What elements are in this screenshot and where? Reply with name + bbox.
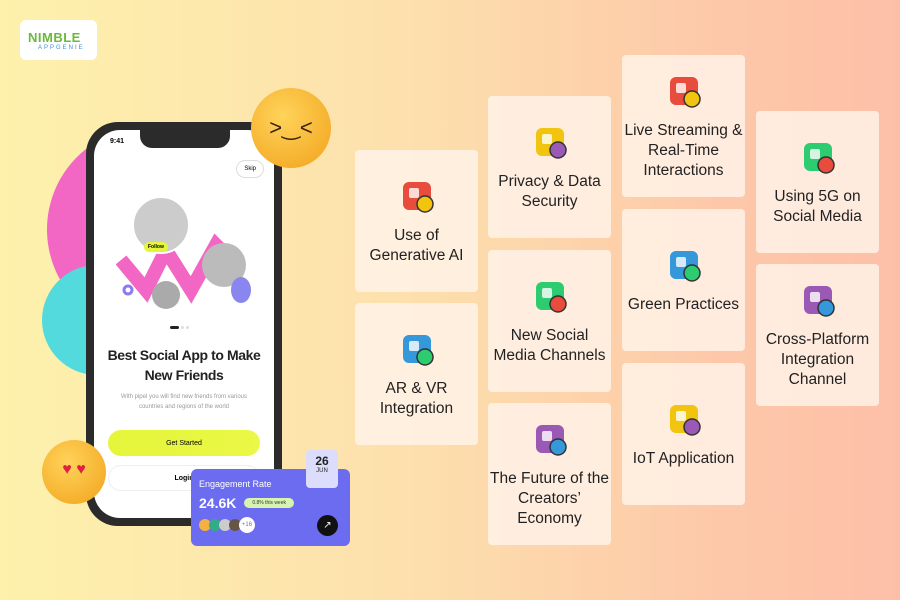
trend-card: IoT Application [622, 363, 745, 505]
follow-badge[interactable]: Follow [144, 242, 168, 252]
trend-card-label: IoT Application [632, 450, 735, 467]
5g-phone-icon [803, 143, 835, 174]
page-dots [170, 326, 189, 329]
trend-card-label: New Social Media Channels [493, 327, 606, 364]
live-broadcast-icon [669, 77, 701, 108]
ai-robot-icon [402, 182, 434, 213]
trend-card-label: Privacy & Data Security [498, 173, 601, 210]
trend-card-label: The Future of the Creators’ Economy [490, 470, 609, 527]
trend-card: AR & VR Integration [355, 303, 478, 445]
illustration: Follow [115, 190, 256, 310]
trend-card: Green Practices [622, 209, 745, 351]
cloud-devices-icon [803, 286, 835, 317]
plant-hand-icon [669, 251, 701, 282]
trend-card: Use of Generative AI [355, 150, 478, 292]
trend-card: Privacy & Data Security [488, 96, 611, 238]
logo: NIMBLE APPGENIE [20, 20, 97, 60]
get-started-button[interactable]: Get Started [108, 430, 260, 456]
date-card: 26 JUN [306, 450, 338, 488]
heart-eyes-emoji-icon: ♥ ♥ [42, 440, 106, 504]
trend-card: Cross-Platform Integration Channel [756, 264, 879, 406]
money-bulb-icon [535, 425, 567, 456]
trend-card-label: Cross-Platform Integration Channel [765, 331, 870, 388]
avatar-extra-count: +16 [239, 517, 255, 533]
trend-card-label: Using 5G on Social Media [773, 188, 862, 225]
headline: Best Social App to Make New Friends [107, 347, 261, 383]
status-time: 9:41 [110, 138, 125, 145]
iot-network-icon [669, 405, 701, 436]
skip-button[interactable]: Skip [236, 160, 264, 178]
trend-card: Live Streaming & Real-Time Interactions [622, 55, 745, 197]
trend-card-label: Green Practices [627, 296, 740, 313]
shield-check-icon [535, 128, 567, 159]
trend-card-label: Live Streaming & Real-Time Interactions [624, 122, 743, 179]
trend-card: Using 5G on Social Media [756, 111, 879, 253]
vr-cube-icon [402, 335, 434, 366]
subtext: With pipel you will find new friends fro… [120, 394, 248, 410]
trend-card: The Future of the Creators’ Economy [488, 403, 611, 545]
arrow-up-right-icon[interactable]: ↗ [317, 515, 338, 536]
engagement-value: 24.6K [199, 495, 237, 511]
trend-card-label: Use of Generative AI [369, 227, 464, 264]
engagement-change-badge: 0.8% this week [244, 498, 294, 508]
social-network-icon [535, 282, 567, 313]
trend-card: New Social Media Channels [488, 250, 611, 392]
phone-mockup: 9:41 Skip Follow Best Social App to Make… [86, 122, 282, 526]
wink-emoji-icon: >‿< [251, 88, 331, 168]
trend-card-label: AR & VR Integration [379, 380, 454, 417]
